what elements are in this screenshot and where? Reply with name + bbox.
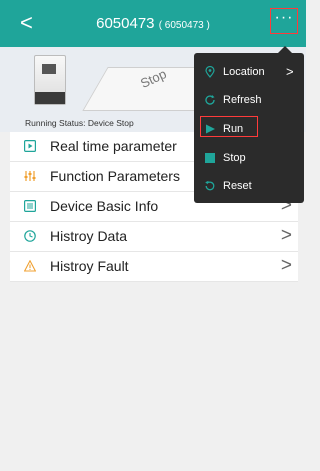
- popup-item-label: Refresh: [223, 94, 262, 106]
- chevron-right-icon: >: [280, 255, 292, 276]
- run-highlight-box: [200, 116, 258, 137]
- chevron-right-icon: >: [286, 64, 294, 79]
- running-status: Running Status: Device Stop: [25, 118, 134, 128]
- refresh-icon: [205, 95, 215, 105]
- warning-icon: [24, 260, 36, 272]
- menu-item-label: Device Basic Info: [50, 198, 159, 214]
- clock-icon: [24, 230, 36, 242]
- menu-item-history-fault[interactable]: Histroy Fault >: [10, 252, 298, 282]
- location-pin-icon: [205, 66, 215, 78]
- more-options-button[interactable]: ···: [270, 8, 298, 34]
- stop-icon: [205, 153, 215, 163]
- sliders-icon: [24, 171, 36, 181]
- popup-item-stop[interactable]: Stop: [194, 146, 304, 170]
- app-header: < 6050473 ( 6050473 ) ···: [0, 0, 306, 47]
- popup-item-location[interactable]: Location >: [194, 60, 304, 84]
- chevron-right-icon: >: [280, 225, 292, 246]
- page-title: 6050473 ( 6050473 ): [0, 15, 306, 32]
- menu-item-label: Real time parameter: [50, 138, 177, 154]
- options-popup-menu: Location > Refresh Run Stop Reset: [194, 46, 304, 203]
- popup-item-label: Stop: [223, 152, 246, 164]
- popup-item-refresh[interactable]: Refresh: [194, 88, 304, 112]
- menu-item-label: Histroy Fault: [50, 258, 129, 274]
- document-icon: [24, 200, 36, 212]
- menu-item-label: Function Parameters: [50, 168, 180, 184]
- popup-item-label: Reset: [223, 180, 252, 192]
- popup-item-reset[interactable]: Reset: [194, 174, 304, 198]
- play-square-icon: [24, 140, 36, 152]
- device-id-sub: ( 6050473 ): [158, 20, 210, 31]
- inverter-device-image: [34, 55, 66, 105]
- device-id: 6050473: [96, 15, 155, 32]
- reset-icon: [205, 180, 215, 191]
- menu-item-label: Histroy Data: [50, 228, 128, 244]
- popup-item-label: Location: [223, 66, 265, 78]
- menu-item-history-data[interactable]: Histroy Data >: [10, 222, 298, 252]
